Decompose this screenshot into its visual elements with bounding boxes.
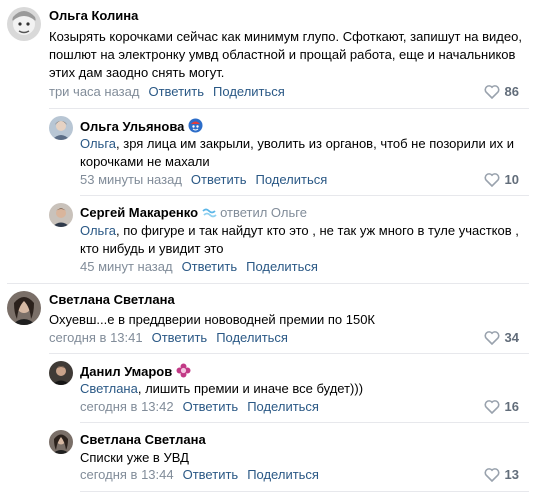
- reply-time[interactable]: 45 минут назад: [80, 259, 173, 274]
- reply-author-name[interactable]: Сергей Макаренко: [80, 205, 198, 220]
- like-count: 34: [504, 330, 519, 345]
- like-count: 86: [504, 84, 519, 99]
- divider: [49, 353, 529, 354]
- reply-time[interactable]: 53 минуты назад: [80, 172, 182, 187]
- share-button[interactable]: Поделиться: [247, 467, 319, 482]
- avatar[interactable]: [49, 430, 73, 454]
- divider: [80, 422, 529, 423]
- reply-author[interactable]: Светлана Светлана: [80, 432, 206, 448]
- mention-link[interactable]: Ольга: [80, 223, 116, 238]
- reply-author-name[interactable]: Данил Умаров: [80, 364, 172, 379]
- avatar[interactable]: [49, 116, 73, 140]
- comment-author[interactable]: Ольга Колина: [49, 8, 138, 24]
- comment-time[interactable]: сегодня в 13:41: [49, 330, 143, 345]
- like-button[interactable]: 10: [484, 172, 519, 191]
- reply-text: Ольга, по фигуре и так найдут кто это , …: [80, 222, 532, 258]
- reply-text-body: , по фигуре и так найдут кто это , не та…: [80, 223, 519, 256]
- like-button[interactable]: 34: [484, 330, 519, 349]
- reply-text: Ольга, зря лица им закрыли, уволить из о…: [80, 135, 532, 171]
- reply-time[interactable]: сегодня в 13:42: [80, 399, 174, 414]
- reply-button[interactable]: Ответить: [152, 330, 208, 345]
- reply-author-name[interactable]: Ольга Ульянова: [80, 119, 184, 134]
- reply-text: Светлана, лишить премии и иначе все буде…: [80, 380, 532, 398]
- divider: [80, 195, 529, 196]
- reply-button[interactable]: Ответить: [182, 259, 238, 274]
- like-button[interactable]: 13: [484, 467, 519, 486]
- avatar[interactable]: [7, 7, 41, 41]
- reply-meta: сегодня в 13:44 Ответить Поделиться: [80, 467, 319, 483]
- heart-icon: [484, 172, 500, 191]
- heart-icon: [484, 84, 500, 103]
- avatar[interactable]: [7, 291, 41, 325]
- reply-meta: сегодня в 13:42 Ответить Поделиться: [80, 399, 319, 415]
- reply-button[interactable]: Ответить: [183, 467, 239, 482]
- comment-author[interactable]: Светлана Светлана: [49, 292, 175, 308]
- reply-button[interactable]: Ответить: [148, 84, 204, 99]
- divider: [80, 491, 529, 492]
- like-count: 13: [504, 467, 519, 482]
- avatar[interactable]: [49, 203, 73, 227]
- share-button[interactable]: Поделиться: [216, 330, 288, 345]
- heart-icon: [484, 467, 500, 486]
- mention-link[interactable]: Ольга: [80, 136, 116, 151]
- mention-link[interactable]: Светлана: [80, 381, 138, 396]
- share-button[interactable]: Поделиться: [246, 259, 318, 274]
- heart-icon: [484, 399, 500, 418]
- like-count: 16: [504, 399, 519, 414]
- comment-meta: сегодня в 13:41 Ответить Поделиться: [49, 330, 288, 346]
- like-count: 10: [504, 172, 519, 187]
- comment-time[interactable]: три часа назад: [49, 84, 139, 99]
- reply-text: Списки уже в УВД: [80, 450, 189, 465]
- avatar[interactable]: [49, 361, 73, 385]
- reply-button[interactable]: Ответить: [191, 172, 247, 187]
- comment-text: Охуевш...е в преддверии нововодней преми…: [49, 312, 376, 327]
- reply-author[interactable]: Сергей Макаренко ответил Ольге: [80, 205, 307, 223]
- share-button[interactable]: Поделиться: [213, 84, 285, 99]
- reply-button[interactable]: Ответить: [183, 399, 239, 414]
- reply-time[interactable]: сегодня в 13:44: [80, 467, 174, 482]
- replied-to-label[interactable]: ответил Ольге: [220, 205, 307, 220]
- reply-meta: 53 минуты назад Ответить Поделиться: [80, 172, 327, 188]
- divider: [49, 108, 529, 109]
- reply-text-body: , лишить премии и иначе все будет))): [137, 381, 364, 396]
- divider: [7, 283, 529, 284]
- share-button[interactable]: Поделиться: [247, 399, 319, 414]
- wave-badge-icon: [202, 207, 218, 223]
- heart-icon: [484, 330, 500, 349]
- reply-text-body: , зря лица им закрыли, уволить из органо…: [80, 136, 514, 169]
- share-button[interactable]: Поделиться: [255, 172, 327, 187]
- reply-meta: 45 минут назад Ответить Поделиться: [80, 259, 318, 275]
- like-button[interactable]: 16: [484, 399, 519, 418]
- comment-meta: три часа назад Ответить Поделиться: [49, 84, 285, 100]
- comment-text: Козырять корочками сейчас как минимум гл…: [49, 29, 522, 80]
- like-button[interactable]: 86: [484, 84, 519, 103]
